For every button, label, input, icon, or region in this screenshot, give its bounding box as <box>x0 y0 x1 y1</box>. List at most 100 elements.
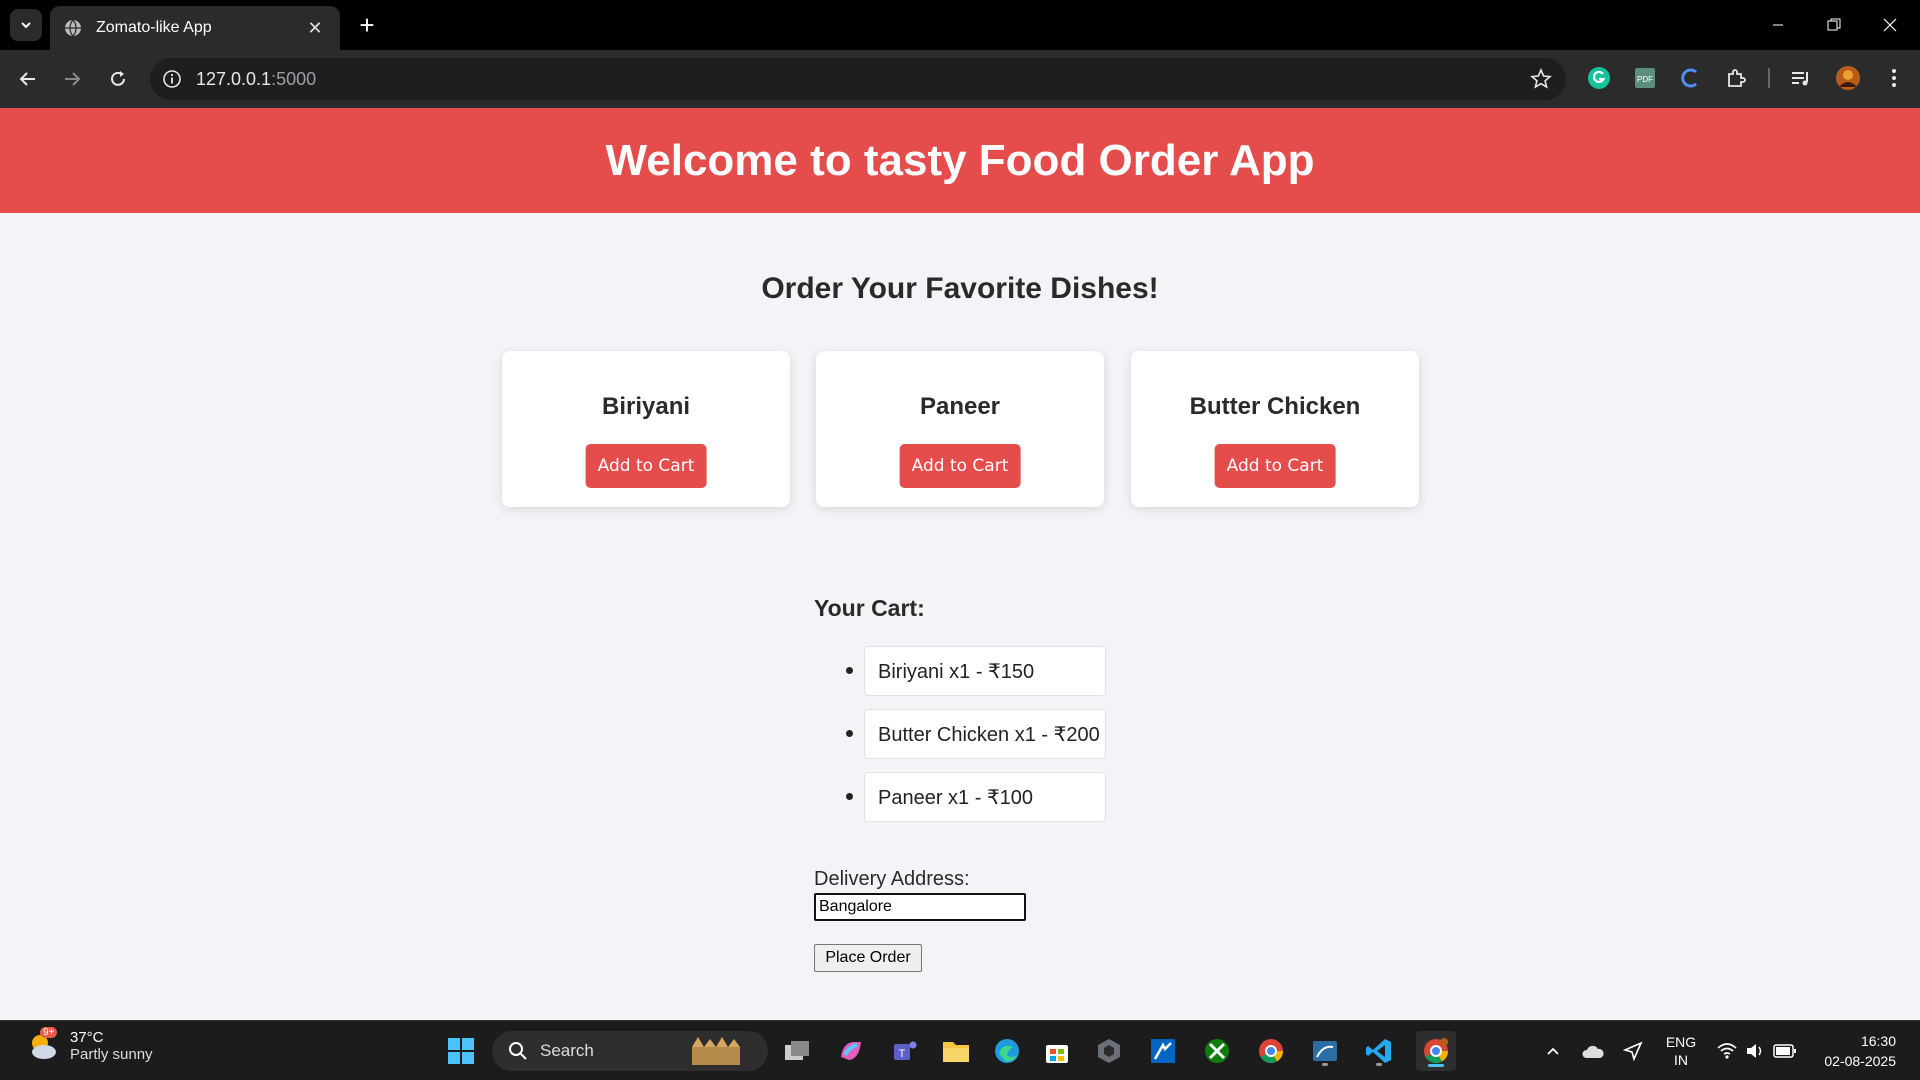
windows-logo-icon <box>448 1038 474 1064</box>
app-header: Welcome to tasty Food Order App <box>0 108 1920 213</box>
close-window-button[interactable] <box>1862 0 1918 50</box>
dish-name: Biriyani <box>601 393 691 420</box>
search-label: Search <box>540 1041 594 1060</box>
arrow-right-icon <box>65 72 81 86</box>
minimize-button[interactable] <box>1750 0 1806 50</box>
weather-badge: 9+ <box>40 1027 58 1038</box>
xbox-icon[interactable] <box>1200 1034 1234 1068</box>
dish-card-biriyani: Biriyani Add to Cart <box>502 351 790 507</box>
clock-date: 02-08-2025 <box>1824 1053 1896 1069</box>
taskbar-search[interactable]: Search <box>492 1031 768 1071</box>
bullet <box>846 667 853 674</box>
back-button[interactable] <box>12 63 44 95</box>
chevron-down-icon <box>21 22 31 29</box>
delivery-address-label: Delivery Address: <box>814 868 970 890</box>
media-controls-icon[interactable] <box>1787 64 1815 92</box>
microsoft-store-icon[interactable] <box>1040 1034 1074 1068</box>
mysql-workbench-icon[interactable] <box>1308 1034 1342 1068</box>
cart-item: Paneer x1 - ₹100 <box>846 772 1106 822</box>
close-tab-icon[interactable]: ✕ <box>304 17 326 39</box>
address-bar[interactable]: 127.0.0.1:5000 <box>150 58 1566 100</box>
toolbar-divider <box>1768 68 1770 88</box>
battery-icon[interactable] <box>1768 1034 1802 1068</box>
arrow-left-icon <box>19 72 35 86</box>
dev-tool-icon[interactable] <box>1092 1034 1126 1068</box>
chrome-active-icon[interactable] <box>1416 1031 1456 1071</box>
more-vertical-icon <box>1892 69 1896 87</box>
active-indicator <box>1428 1064 1444 1067</box>
weather-widget[interactable]: 9+ 37°C Partly sunny <box>26 1027 153 1063</box>
globe-icon <box>65 19 81 37</box>
svg-text:T: T <box>899 1048 906 1060</box>
tab-title: Zomato-like App <box>96 19 212 36</box>
cart-item-text: Paneer x1 - ₹100 <box>864 772 1106 822</box>
delivery-address-input[interactable] <box>814 893 1026 921</box>
tab-search-button[interactable] <box>10 9 42 41</box>
browser-tab-bar: Zomato-like App ✕ + <box>0 0 1920 50</box>
site-info-icon[interactable] <box>162 69 182 89</box>
dish-name: Butter Chicken <box>1189 393 1361 420</box>
cart-item: Butter Chicken x1 - ₹200 <box>846 709 1106 759</box>
location-icon[interactable] <box>1616 1034 1650 1068</box>
reload-button[interactable] <box>102 63 134 95</box>
url-text: 127.0.0.1:5000 <box>196 69 316 90</box>
bookmark-star-icon[interactable] <box>1530 68 1552 90</box>
start-button[interactable] <box>444 1034 478 1068</box>
pdf-extension-icon[interactable]: PDF <box>1631 64 1659 92</box>
cart-item-text: Butter Chicken x1 - ₹200 <box>864 709 1106 759</box>
teams-icon[interactable]: T <box>888 1034 922 1068</box>
file-explorer-icon[interactable] <box>939 1034 973 1068</box>
volume-icon[interactable] <box>1738 1034 1772 1068</box>
restore-icon <box>1827 18 1841 31</box>
azure-data-studio-icon[interactable] <box>1146 1034 1180 1068</box>
partly-sunny-icon: 9+ <box>26 1027 60 1063</box>
cart-title: Your Cart: <box>814 595 925 621</box>
running-indicator <box>1376 1063 1382 1066</box>
search-highlight-icon <box>692 1037 740 1065</box>
vscode-icon[interactable] <box>1362 1034 1396 1068</box>
dish-card-butter-chicken: Butter Chicken Add to Cart <box>1131 351 1419 507</box>
search-icon <box>509 1042 527 1060</box>
profile-avatar[interactable] <box>1834 64 1862 92</box>
add-to-cart-button[interactable]: Add to Cart <box>899 444 1021 488</box>
add-to-cart-button[interactable]: Add to Cart <box>1214 444 1336 488</box>
extensions-puzzle-icon[interactable] <box>1722 64 1750 92</box>
cart-item-text: Biriyani x1 - ₹150 <box>864 646 1106 696</box>
browser-menu-button[interactable] <box>1880 64 1908 92</box>
cart-item: Biriyani x1 - ₹150 <box>846 646 1106 696</box>
chevron-up-icon <box>1547 1047 1559 1055</box>
running-indicator <box>1322 1063 1328 1066</box>
add-to-cart-button[interactable]: Add to Cart <box>585 444 707 488</box>
minimize-icon <box>1773 24 1783 26</box>
task-view-icon[interactable] <box>780 1034 814 1068</box>
browser-toolbar: 127.0.0.1:5000 PDF <box>0 50 1920 108</box>
cart-list: Biriyani x1 - ₹150 Butter Chicken x1 - ₹… <box>846 646 1106 835</box>
c-extension-icon[interactable] <box>1676 64 1704 92</box>
browser-tab[interactable]: Zomato-like App ✕ <box>50 6 340 50</box>
menu-section-title: Order Your Favorite Dishes! <box>761 272 1159 305</box>
new-tab-button[interactable]: + <box>352 10 382 40</box>
restore-button[interactable] <box>1806 0 1862 50</box>
copilot-icon[interactable] <box>834 1034 868 1068</box>
language-indicator[interactable]: ENG IN <box>1665 1033 1697 1069</box>
edge-icon[interactable] <box>990 1034 1024 1068</box>
page-title: Welcome to tasty Food Order App <box>605 135 1315 185</box>
reload-icon <box>111 71 125 86</box>
chrome-icon[interactable] <box>1254 1034 1288 1068</box>
place-order-button[interactable]: Place Order <box>814 944 922 972</box>
dish-card-paneer: Paneer Add to Cart <box>816 351 1104 507</box>
forward-button[interactable] <box>56 63 88 95</box>
language-code: ENG <box>1665 1034 1697 1050</box>
windows-taskbar: 9+ 37°C Partly sunny Search T ENG IN 16:… <box>0 1020 1920 1080</box>
weather-condition: Partly sunny <box>70 1046 153 1063</box>
show-hidden-icons-button[interactable] <box>1536 1034 1570 1068</box>
grammarly-extension-icon[interactable] <box>1585 64 1613 92</box>
url-host: 127.0.0.1 <box>196 69 272 89</box>
close-icon <box>1883 18 1897 32</box>
dish-name: Paneer <box>919 393 1001 420</box>
system-clock[interactable]: 16:30 02-08-2025 <box>1824 1031 1896 1071</box>
svg-text:PDF: PDF <box>1637 75 1653 84</box>
language-region: IN <box>1674 1052 1688 1068</box>
onedrive-icon[interactable] <box>1576 1034 1610 1068</box>
bullet <box>846 793 853 800</box>
